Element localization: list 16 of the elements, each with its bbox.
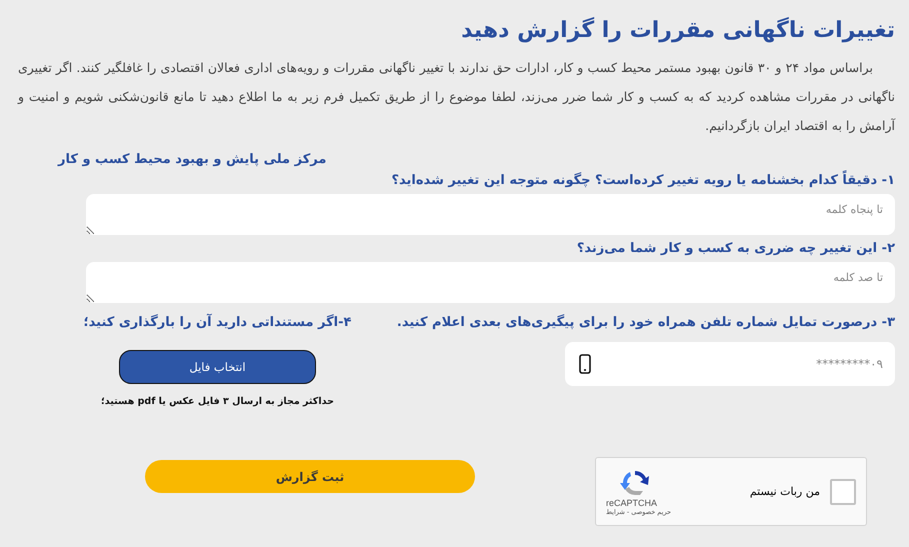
- phone-field[interactable]: ۰۹*********: [565, 342, 895, 386]
- question-label: ۲- این تغییر چه ضرری به کسب و کار شما می‌زند؟: [576, 241, 895, 256]
- question-label: ۳- درصورت تمایل شماره تلفن همراه خود را برای پیگیری‌های بعدی اعلام کنید.: [396, 315, 895, 330]
- organization-name: مرکز ملی پایش و بهبود محیط کسب و کار: [58, 152, 326, 167]
- phone-icon: [579, 354, 591, 374]
- page-title: تغییرات ناگهانی مقررات را گزارش دهید: [460, 18, 895, 43]
- choose-file-button[interactable]: انتخاب فایل: [118, 350, 316, 384]
- submit-button[interactable]: ثبت گزارش: [145, 460, 475, 493]
- captcha-checkbox[interactable]: [830, 478, 856, 504]
- answer-field[interactable]: تا پنجاه کلمه: [86, 194, 895, 235]
- upload-note: حداکثر مجاز به ارسال ۳ فایل عکس یا pdf هستید؛: [101, 396, 334, 407]
- recaptcha-brand: reCAPTCHA: [606, 498, 658, 508]
- intro-paragraph: براساس مواد ۲۴ و ۳۰ قانون بهبود مستمر محیط کسب و کار، ادارات حق ندارند با تغییر ناگهانی مقررات و رویه‌های اداری فعالان اقتصادی را غافلگیر کنند. اگر تغییری ناگهانی در مقررات مشاهده کردید که به کسب و کار شما ضرر می‌زند، لطفا موضوع را از طریق تکمیل فرم زیر به ما اطلاع دهید تا مانع قانون‌شکنی شویم و امنیت و آرامش را به اقتصاد ایران بازگردانیم.: [18, 59, 895, 135]
- captcha-label: من ربات نیستم: [748, 485, 820, 498]
- question-label: ۴-اگر مستنداتی دارید آن را بارگذاری کنید؛: [83, 315, 352, 330]
- answer-field[interactable]: تا صد کلمه: [86, 262, 895, 303]
